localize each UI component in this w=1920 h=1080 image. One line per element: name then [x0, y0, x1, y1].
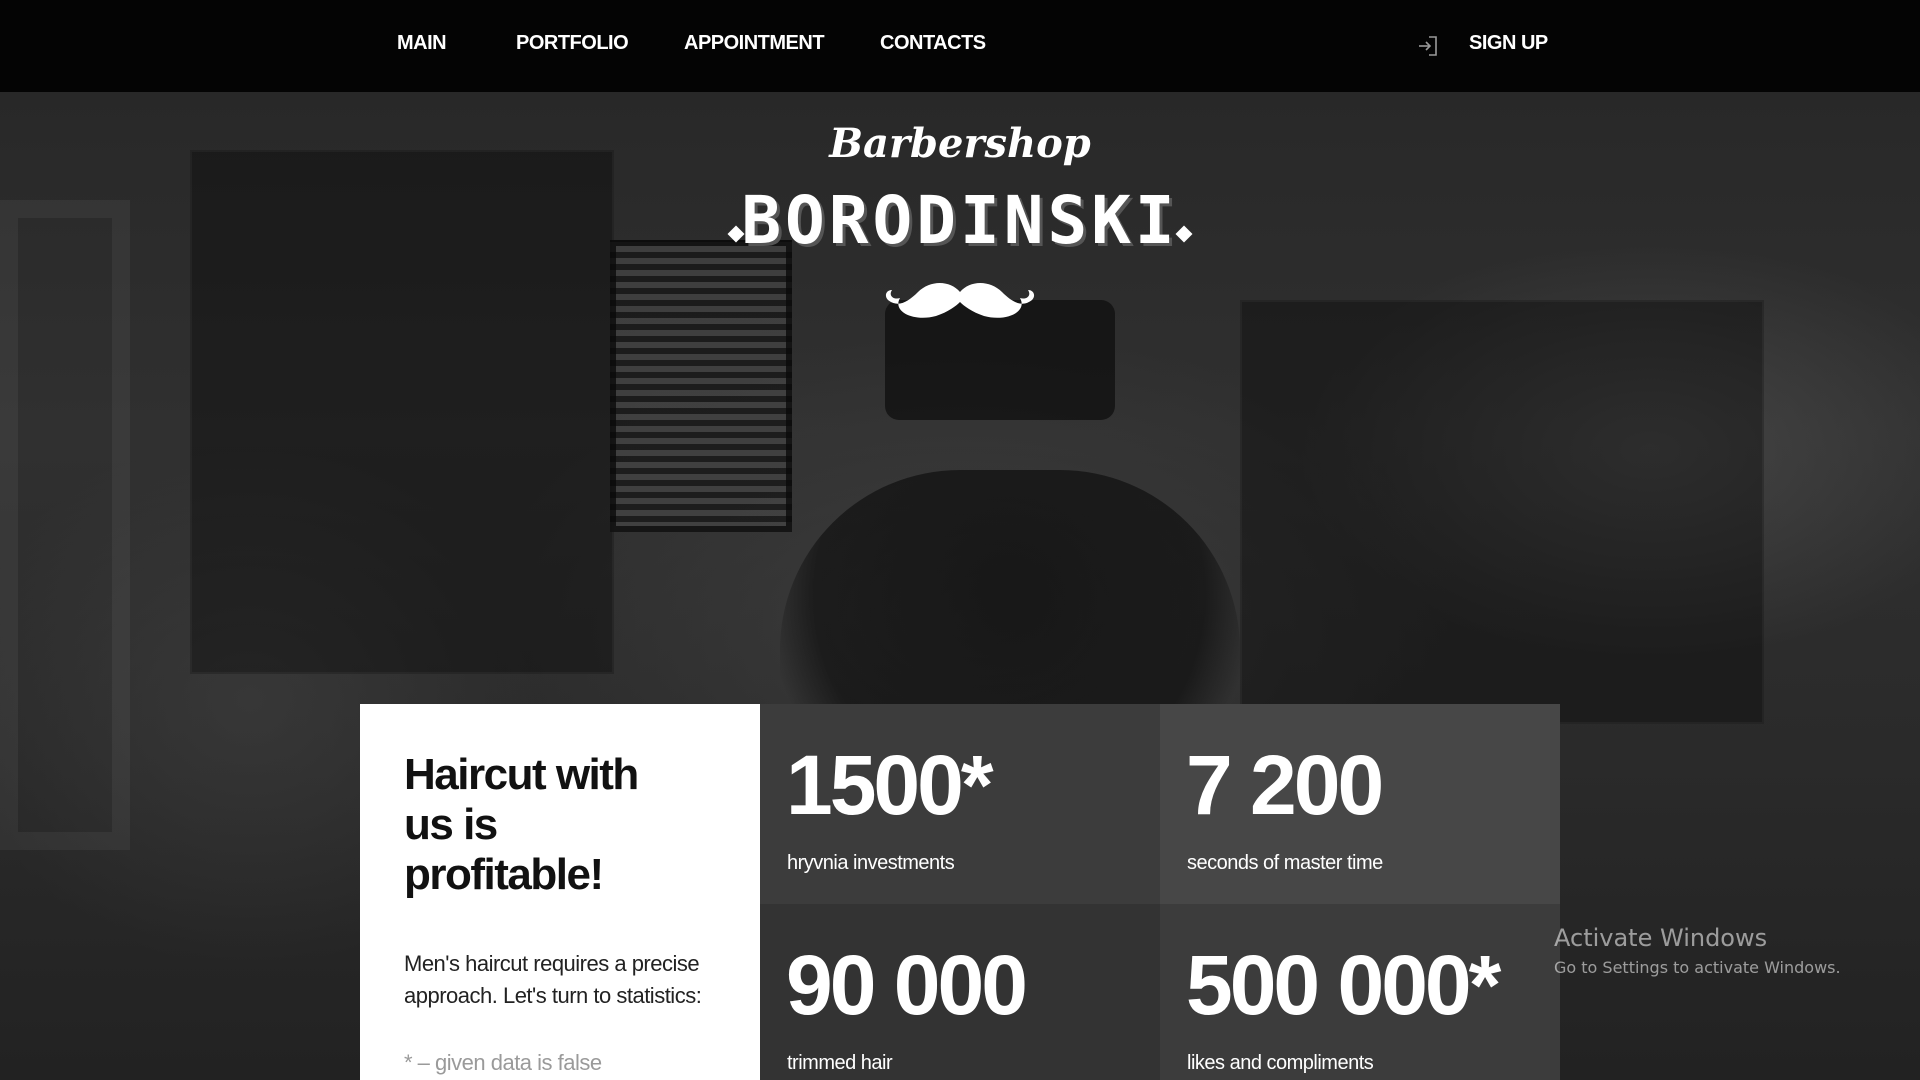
intro-text: Men's haircut requires a precise approac…	[404, 951, 702, 1008]
login-arrow-icon[interactable]	[1416, 34, 1440, 58]
stat-value: 90 000	[786, 938, 1028, 1032]
stat-tile: 90 000 trimmed hair	[760, 904, 1160, 1080]
signup-link[interactable]: SIGN UP	[1469, 32, 1548, 55]
nav-contacts[interactable]: CONTACTS	[880, 32, 986, 55]
intro-footnote: * – given data is false	[404, 1050, 602, 1075]
stat-tile: 7 200 seconds of master time	[1160, 704, 1560, 904]
stat-label: hryvnia investments	[787, 852, 955, 874]
background-cabinet-left	[190, 150, 614, 674]
logo-script-text: Barbershop	[829, 120, 1091, 167]
nav-appointment[interactable]: APPOINTMENT	[684, 32, 825, 55]
top-navbar: MAIN PORTFOLIO APPOINTMENT CONTACTS SIGN…	[0, 0, 1920, 92]
watermark-title: Activate Windows	[1554, 924, 1768, 952]
stat-label: likes and compliments	[1187, 1052, 1374, 1074]
intro-heading: Haircut with us is profitable!	[404, 750, 639, 899]
intro-card: Haircut with us is profitable! Men's hai…	[360, 704, 760, 1080]
nav-portfolio[interactable]: PORTFOLIO	[516, 32, 629, 55]
stat-tile: 1500* hryvnia investments	[760, 704, 1160, 904]
stat-label: seconds of master time	[1187, 852, 1383, 874]
mustache-icon	[884, 278, 1036, 324]
stat-value: 7 200	[1186, 738, 1384, 832]
stat-value: 1500*	[786, 738, 994, 832]
stat-label: trimmed hair	[787, 1052, 893, 1074]
stat-value: 500 000*	[1186, 938, 1501, 1032]
watermark-subtitle: Go to Settings to activate Windows.	[1554, 958, 1841, 977]
brand-logo[interactable]: Barbershop BORODINSKI	[720, 120, 1200, 330]
logo-title-text: BORODINSKI	[741, 182, 1179, 259]
windows-activation-watermark: Activate Windows Go to Settings to activ…	[1554, 924, 1841, 977]
stat-tile: 500 000* likes and compliments	[1160, 904, 1560, 1080]
background-cabinet-right	[1240, 300, 1764, 724]
background-door	[0, 200, 130, 850]
nav-main[interactable]: MAIN	[397, 32, 447, 55]
page: MAIN PORTFOLIO APPOINTMENT CONTACTS SIGN…	[0, 0, 1920, 1080]
